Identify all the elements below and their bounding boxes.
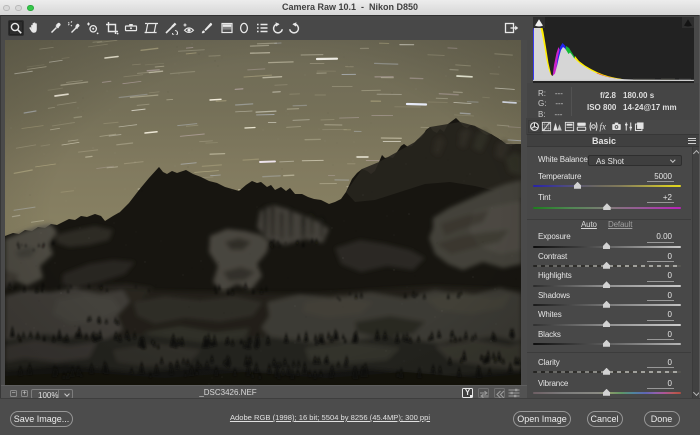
svg-text:fx: fx (600, 122, 607, 132)
